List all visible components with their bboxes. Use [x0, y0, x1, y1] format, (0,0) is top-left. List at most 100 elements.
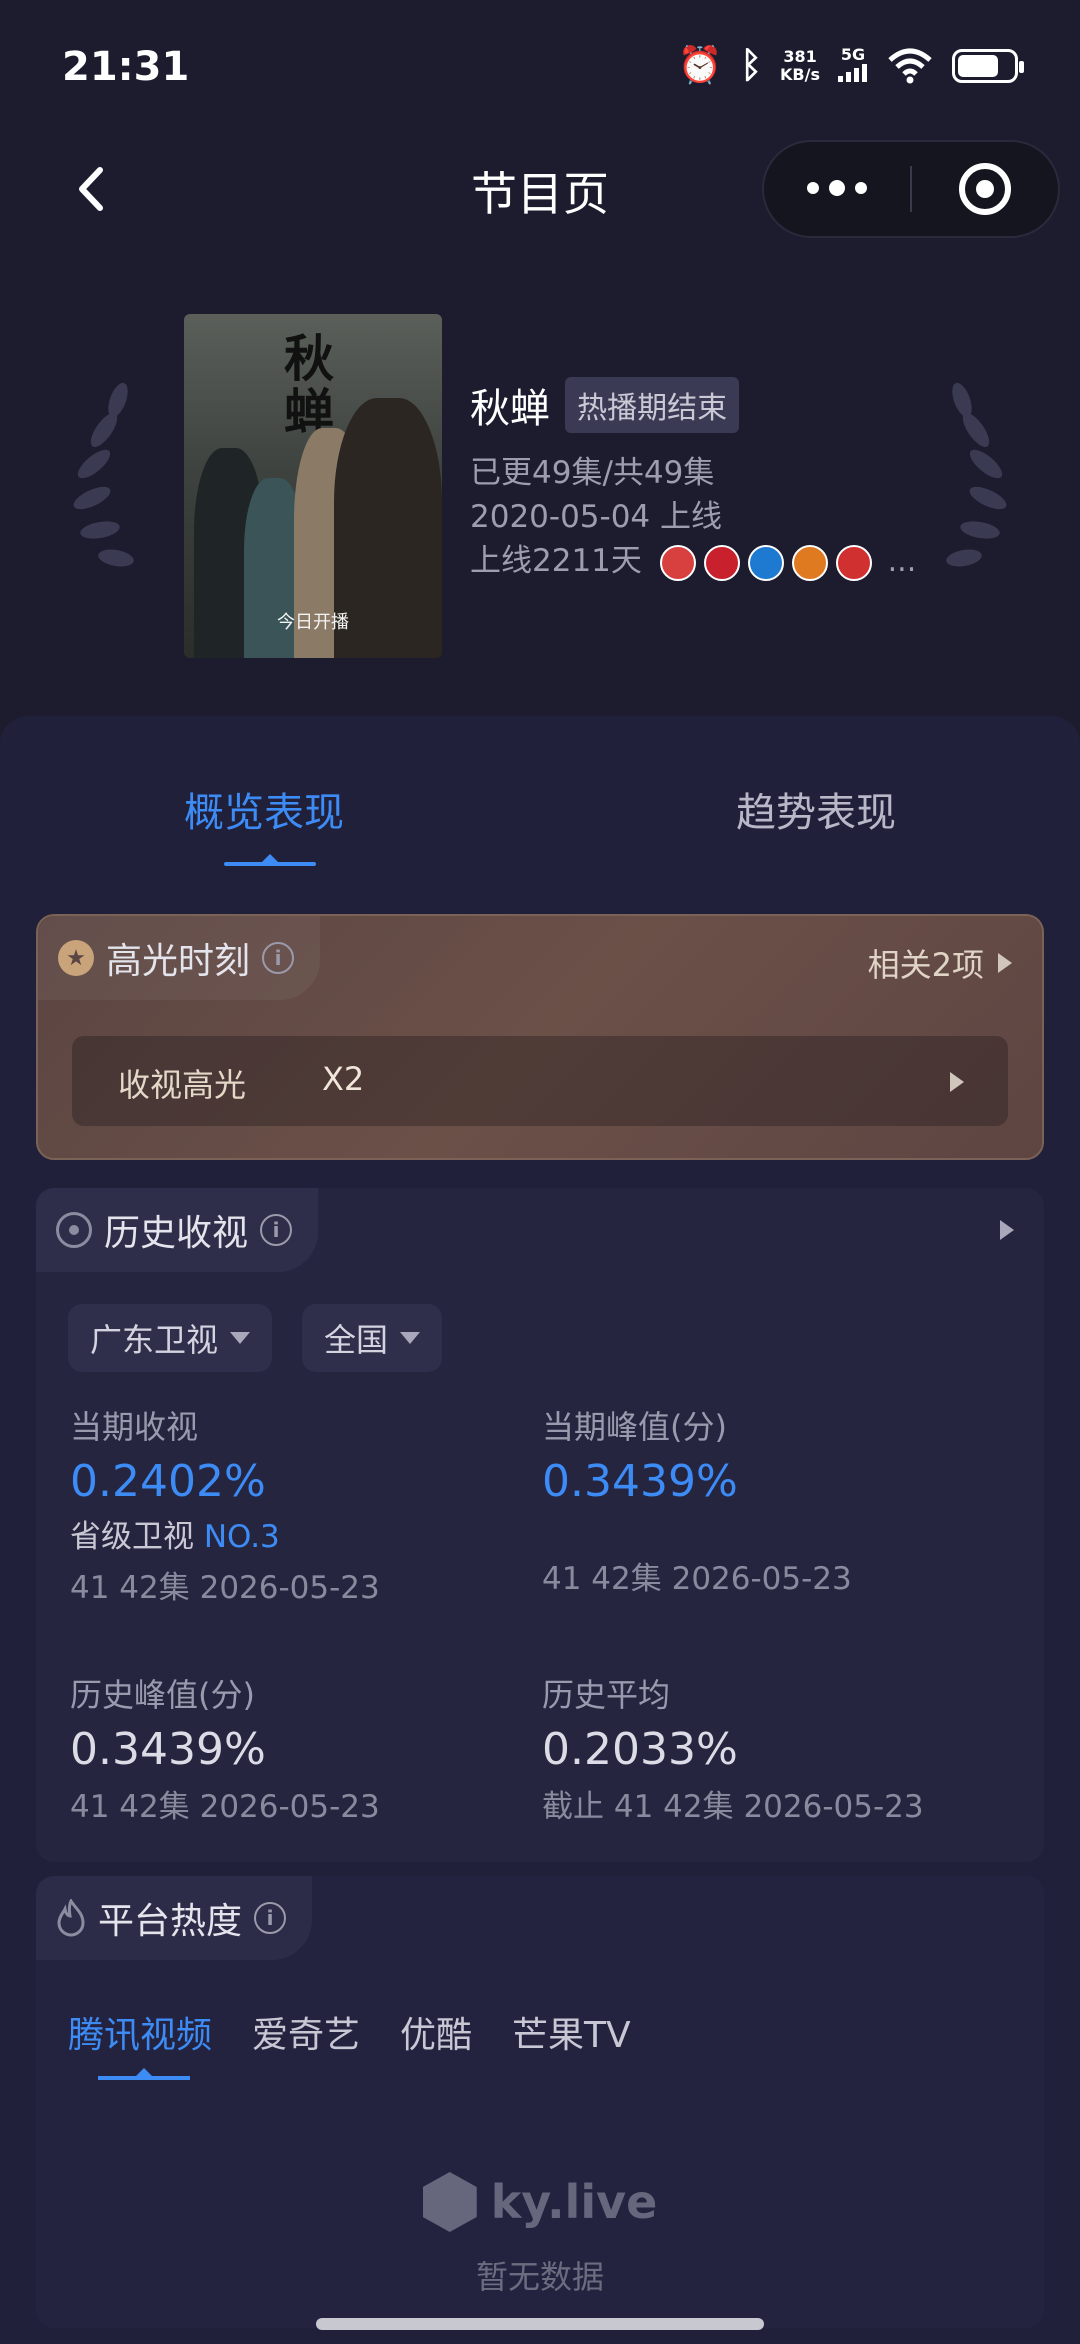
platform-heat-card: 平台热度 i 腾讯视频 爱奇艺 优酷 芒果TV ky.live 暂无数据	[36, 1876, 1044, 2328]
brand-logo-icon	[422, 2172, 477, 2232]
program-title: 秋蝉	[470, 386, 550, 432]
tab-iqiyi[interactable]: 爱奇艺	[252, 2006, 360, 2058]
tab-youku[interactable]: 优酷	[400, 2006, 472, 2058]
online-days-row: 上线2211天 ...	[470, 544, 916, 581]
channel-logo-icon	[703, 544, 740, 581]
highlight-header: ★ 高光时刻 i	[38, 916, 321, 1000]
channel-logos[interactable]	[659, 544, 872, 581]
speed-unit: KB/s	[780, 65, 820, 84]
history-detail-button[interactable]	[1000, 1220, 1014, 1244]
metric-label: 当期峰值(分)	[542, 1408, 727, 1446]
tab-bar: 概览表现 趋势表现	[0, 756, 1080, 866]
rank-value: NO.3	[203, 1519, 280, 1555]
online-days: 上线2211天	[470, 543, 642, 579]
highlight-card: ★ 高光时刻 i 相关2项 收视高光 X2	[36, 914, 1044, 1160]
caret-down-icon	[400, 1332, 421, 1344]
laurel-icon	[946, 382, 1007, 567]
channel-logo-icon	[747, 544, 784, 581]
more-button[interactable]	[764, 180, 910, 196]
film-reel-icon	[56, 1212, 92, 1248]
metric-rank: 省级卫视 NO.3	[70, 1511, 510, 1556]
metric-label: 历史平均	[542, 1676, 671, 1714]
platform-title: 平台热度	[98, 1901, 243, 1942]
poster-title: 秋蝉	[284, 329, 334, 442]
flame-icon	[57, 1899, 85, 1937]
region-select[interactable]: 全国	[302, 1304, 443, 1372]
metric-sub: 截止 41 42集 2026-05-23	[542, 1789, 924, 1825]
metric-rank-spacer	[542, 1511, 982, 1547]
program-poster[interactable]: 秋蝉 今日开播	[184, 314, 442, 658]
speed-value: 381	[783, 47, 817, 66]
bluetooth-icon: ᛒ	[740, 45, 763, 86]
tab-trend[interactable]: 趋势表现	[736, 780, 896, 838]
channel-select[interactable]: 广东卫视	[68, 1304, 273, 1372]
history-header: 历史收视 i	[36, 1188, 319, 1272]
tab-tencent[interactable]: 腾讯视频	[68, 2006, 212, 2058]
tab-mango[interactable]: 芒果TV	[512, 2006, 631, 2058]
network-type: 5G	[840, 45, 866, 64]
battery-icon	[952, 49, 1024, 83]
metric-history-peak: 历史峰值(分) 0.3439% 41 42集 2026-05-23	[70, 1670, 510, 1826]
status-badge: 热播期结束	[565, 377, 740, 433]
status-icons: ⏰ ᛒ 381 KB/s 5G	[678, 45, 1024, 86]
history-title: 历史收视	[104, 1213, 249, 1254]
metric-sub: 41 42集 2026-05-23	[70, 1570, 380, 1606]
more-channels[interactable]: ...	[888, 544, 917, 579]
highlight-row-value: X2	[322, 1060, 365, 1098]
metric-value: 0.2033%	[542, 1724, 738, 1775]
main-panel: 概览表现 趋势表现 ★ 高光时刻 i 相关2项 收视高光 X2 历史收视 i 广…	[0, 716, 1080, 2344]
more-dot-icon	[807, 182, 819, 194]
rank-label: 省级卫视	[70, 1519, 194, 1555]
highlight-row[interactable]: 收视高光 X2	[72, 1036, 1008, 1126]
highlight-title: 高光时刻	[106, 941, 251, 982]
info-icon[interactable]: i	[254, 1902, 287, 1934]
platform-tab-indicator	[98, 2076, 190, 2080]
platform-tab-caret	[136, 2068, 152, 2076]
tab-caret	[262, 854, 278, 862]
wifi-icon	[888, 48, 932, 84]
release-date: 2020-05-04 上线	[470, 499, 723, 535]
tab-indicator	[224, 862, 316, 866]
close-miniprogram-button[interactable]	[912, 163, 1058, 215]
episode-count: 已更49集/共49集	[470, 455, 715, 491]
channel-select-value: 广东卫视	[90, 1321, 219, 1359]
channel-logo-icon	[835, 544, 872, 581]
laurel-icon	[73, 382, 134, 567]
mini-program-capsule	[762, 140, 1060, 238]
brand-watermark: ky.live	[36, 2172, 1044, 2232]
empty-state-text: 暂无数据	[475, 2258, 604, 2296]
metric-label: 当期收视	[70, 1408, 199, 1446]
signal-icon: 5G	[838, 46, 868, 86]
poster-caption: 今日开播	[277, 612, 349, 633]
metric-label: 历史峰值(分)	[70, 1676, 255, 1714]
play-arrow-icon	[998, 953, 1012, 973]
highlight-row-label: 收视高光	[118, 1066, 247, 1104]
tab-overview[interactable]: 概览表现	[184, 780, 344, 838]
metric-current: 当期收视 0.2402% 省级卫视 NO.3 41 42集 2026-05-23	[70, 1402, 510, 1607]
home-indicator[interactable]	[316, 2318, 764, 2330]
network-speed: 381 KB/s	[780, 48, 820, 84]
star-icon: ★	[58, 940, 94, 976]
info-icon[interactable]: i	[260, 1214, 293, 1246]
metric-history-average: 历史平均 0.2033% 截止 41 42集 2026-05-23	[542, 1670, 982, 1826]
platform-tabs: 腾讯视频 爱奇艺 优酷 芒果TV	[68, 2006, 631, 2058]
channel-logo-icon	[659, 544, 696, 581]
metric-current-peak: 当期峰值(分) 0.3439% 41 42集 2026-05-23	[542, 1402, 982, 1598]
highlight-related-label: 相关2项	[867, 946, 984, 984]
caret-down-icon	[230, 1332, 251, 1344]
status-time: 21:31	[62, 44, 190, 90]
metric-value: 0.3439%	[70, 1724, 266, 1775]
history-ratings-card: 历史收视 i 广东卫视 全国 当期收视 0.2402% 省级卫视 NO.3 41…	[36, 1188, 1044, 1862]
status-bar: 21:31 ⏰ ᛒ 381 KB/s 5G	[0, 0, 1080, 140]
nav-header: 节目页	[0, 140, 1080, 240]
brand-name: ky.live	[490, 2175, 658, 2229]
metric-sub: 41 42集 2026-05-23	[542, 1561, 852, 1597]
region-select-value: 全国	[324, 1321, 389, 1359]
channel-logo-icon	[791, 544, 828, 581]
info-icon[interactable]: i	[262, 942, 295, 974]
metric-value: 0.2402%	[70, 1456, 266, 1507]
platform-header: 平台热度 i	[36, 1876, 313, 1960]
highlight-related-link[interactable]: 相关2项	[868, 940, 1012, 986]
target-icon	[959, 163, 1011, 215]
program-info: 秋蝉 热播期结束 已更49集/共49集 2020-05-04 上线 上线2211…	[470, 376, 916, 581]
